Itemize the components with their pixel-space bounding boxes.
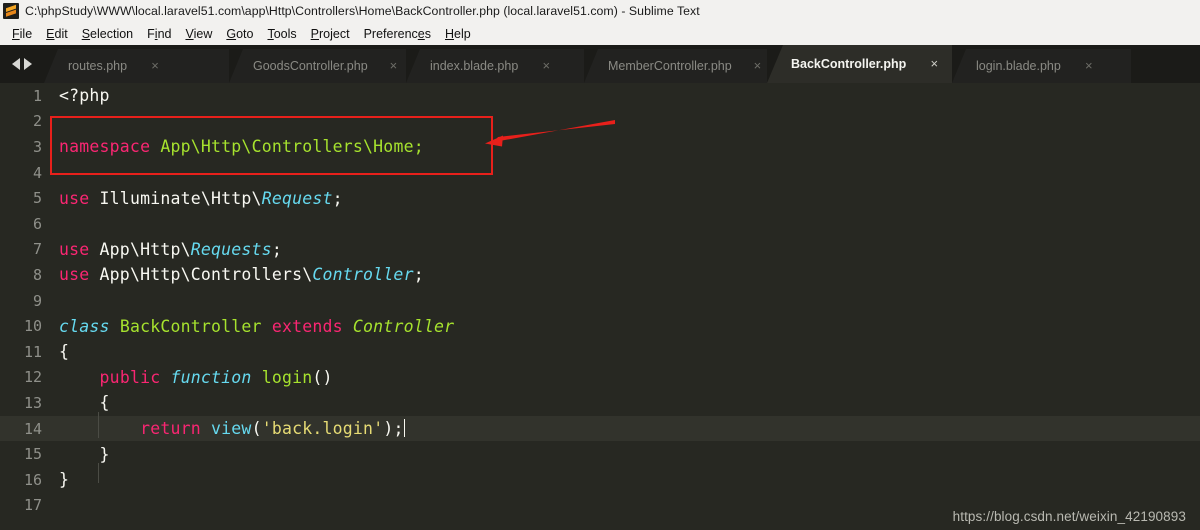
menu-item-find[interactable]: Find	[140, 24, 178, 44]
line-number: 11	[23, 342, 42, 361]
tab-bar: routes.php × GoodsController.php × index.bla…	[0, 45, 1200, 83]
window-title: C:\phpStudy\WWW\local.laravel51.com\app\…	[25, 4, 700, 18]
menu-item-project[interactable]: Project	[304, 24, 357, 44]
title-bar: C:\phpStudy\WWW\local.laravel51.com\app\…	[0, 0, 1200, 22]
line-number: 13	[23, 393, 42, 412]
line-number: 6	[32, 214, 42, 233]
line-number: 15	[23, 445, 42, 464]
menu-item-help[interactable]: Help	[438, 24, 478, 44]
line-number: 5	[32, 189, 42, 208]
line-number: 14	[23, 419, 42, 438]
tab-nav-arrows[interactable]	[0, 45, 44, 83]
code-line[interactable]: 12 public function login()	[0, 365, 1200, 391]
code-line[interactable]: 9	[0, 288, 1200, 314]
code-text: }	[59, 470, 70, 490]
code-line[interactable]: 6	[0, 211, 1200, 237]
code-line[interactable]: 11 {	[0, 339, 1200, 365]
indent-guide	[98, 411, 99, 438]
tab-label: index.blade.php	[430, 59, 519, 73]
sublime-text-window: C:\phpStudy\WWW\local.laravel51.com\app\…	[0, 0, 1200, 530]
code-text: <?php	[59, 86, 110, 106]
code-text: use App\Http\Requests;	[59, 239, 282, 259]
menu-bar[interactable]: File Edit Selection Find View Goto Tools…	[0, 22, 1200, 45]
code-editor[interactable]: 1 <?php 2 3 namespace App\Http\Controllers\H…	[0, 83, 1200, 530]
code-line[interactable]: 5 use Illuminate\Http\Request;	[0, 185, 1200, 211]
tab-goodscontroller-php[interactable]: GoodsController.php ×	[229, 49, 406, 83]
code-text: use Illuminate\Http\Request;	[59, 188, 343, 208]
tab-close-icon[interactable]: ×	[754, 49, 762, 83]
line-number: 17	[23, 496, 42, 515]
menu-item-selection[interactable]: Selection	[75, 24, 140, 44]
text-cursor	[403, 419, 406, 438]
tab-close-icon[interactable]: ×	[390, 49, 398, 83]
tab-close-icon[interactable]: ×	[928, 45, 940, 83]
code-line[interactable]: 3 namespace App\Http\Controllers\Home;	[0, 134, 1200, 160]
line-number: 4	[32, 163, 42, 182]
line-number: 2	[32, 112, 42, 131]
code-text: {	[59, 342, 70, 362]
code-line[interactable]: 8 use App\Http\Controllers\Controller;	[0, 262, 1200, 288]
tab-routes-php[interactable]: routes.php ×	[44, 49, 229, 83]
tab-label: MemberController.php	[608, 59, 732, 73]
sublime-text-icon	[3, 3, 19, 19]
code-text: return view('back.login');	[140, 419, 406, 439]
tab-close-icon[interactable]: ×	[540, 49, 552, 83]
tab-backcontroller-php[interactable]: BackController.php ×	[767, 45, 952, 83]
line-number: 12	[23, 368, 42, 387]
line-number: 8	[32, 265, 42, 284]
line-number: 7	[32, 240, 42, 259]
menu-item-file[interactable]: File	[5, 24, 39, 44]
tab-close-icon[interactable]: ×	[149, 49, 161, 83]
menu-item-view[interactable]: View	[178, 24, 219, 44]
tab-label: BackController.php	[791, 57, 907, 71]
line-number: 10	[23, 317, 42, 336]
tab-list: routes.php × GoodsController.php × index.bla…	[44, 45, 1200, 83]
line-number: 3	[32, 137, 42, 156]
code-text: class BackController extends Controller	[59, 316, 455, 336]
tab-index-blade-php[interactable]: index.blade.php ×	[406, 49, 584, 83]
menu-item-tools[interactable]: Tools	[260, 24, 303, 44]
tab-label: routes.php	[68, 59, 128, 73]
menu-item-preferences[interactable]: Preferences	[357, 24, 438, 44]
code-line[interactable]: 15 }	[0, 441, 1200, 467]
code-text: public function login()	[99, 367, 333, 387]
code-text: namespace App\Http\Controllers\Home;	[59, 137, 424, 157]
code-line[interactable]: 14 return view('back.login');	[0, 415, 1200, 442]
code-text: use App\Http\Controllers\Controller;	[59, 265, 424, 285]
tab-login-blade-php[interactable]: login.blade.php ×	[952, 49, 1131, 83]
code-line[interactable]: 1 <?php	[0, 83, 1200, 109]
line-number: 1	[32, 86, 42, 105]
tab-close-icon[interactable]: ×	[1083, 49, 1095, 83]
tab-membercontroller-php[interactable]: MemberController.php ×	[584, 49, 767, 83]
tab-label: login.blade.php	[976, 59, 1061, 73]
menu-item-edit[interactable]: Edit	[39, 24, 75, 44]
code-line[interactable]: 2	[0, 109, 1200, 135]
line-number: 16	[23, 470, 42, 489]
code-text: {	[59, 393, 110, 413]
code-line[interactable]: 16}	[0, 467, 1200, 493]
code-line[interactable]: 13 {	[0, 390, 1200, 416]
code-line[interactable]: 7 use App\Http\Requests;	[0, 237, 1200, 263]
line-number: 9	[32, 291, 42, 310]
menu-item-goto[interactable]: Goto	[219, 24, 260, 44]
next-tab-arrow-icon[interactable]	[24, 58, 32, 70]
tab-label: GoodsController.php	[253, 59, 368, 73]
code-text: }	[59, 444, 110, 464]
watermark-url: https://blog.csdn.net/weixin_42190893	[952, 509, 1186, 524]
code-line[interactable]: 10 class BackController extends Controlle…	[0, 313, 1200, 339]
code-line[interactable]: 4	[0, 160, 1200, 186]
previous-tab-arrow-icon[interactable]	[12, 58, 20, 70]
indent-guide	[98, 463, 99, 483]
